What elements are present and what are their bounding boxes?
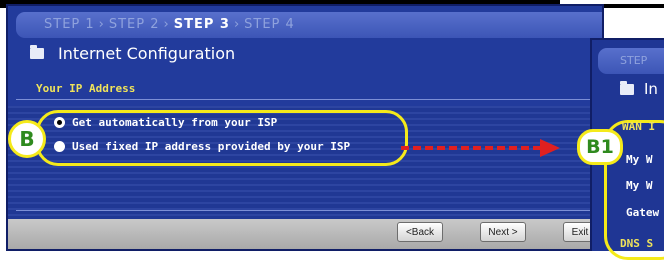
section-title-ip: Your IP Address (36, 82, 136, 95)
step-4: STEP 4 (244, 17, 295, 32)
arrow-head-icon (540, 139, 560, 157)
callout-b: B (8, 120, 46, 158)
option-fixed-ip[interactable]: Used fixed IP address provided by your I… (54, 140, 350, 153)
next-screen-step-indicator: STEP (598, 48, 664, 74)
step-1: STEP 1 (44, 17, 95, 32)
dashed-arrow-line (401, 146, 541, 150)
next-screen-section-wan: WAN I (622, 120, 656, 133)
next-screen-title-text: In (644, 80, 658, 98)
next-button[interactable]: Next > (480, 222, 526, 242)
folder-icon (620, 80, 634, 95)
step-separator: › (163, 17, 170, 32)
next-screen-label-my-wan: My W (626, 179, 653, 192)
option-fixed-ip-label: Used fixed IP address provided by your I… (72, 140, 351, 153)
next-screen-title: In (620, 80, 658, 98)
callout-b1: B1 (577, 129, 623, 165)
back-button[interactable]: <Back (397, 222, 443, 242)
step-separator: › (98, 17, 105, 32)
step-2: STEP 2 (108, 17, 160, 32)
divider (16, 210, 664, 211)
step-separator: › (233, 17, 241, 32)
divider (16, 99, 664, 100)
radio-auto-ip[interactable] (54, 117, 65, 128)
page-title: Internet Configuration (30, 44, 235, 63)
step-3-current: STEP 3 (173, 17, 230, 32)
next-screen-label-my-wan: My W (626, 153, 653, 166)
option-auto-ip[interactable]: Get automatically from your ISP (54, 116, 277, 129)
page-title-text: Internet Configuration (58, 44, 236, 63)
next-screen-section-dns: DNS S (620, 237, 654, 250)
folder-icon (30, 45, 44, 59)
step-indicator: STEP 1 › STEP 2 › STEP 3 › STEP 4 (16, 12, 602, 38)
next-screen-label-gateway: Gatew (626, 206, 660, 219)
radio-fixed-ip[interactable] (54, 141, 65, 152)
option-auto-ip-label: Get automatically from your ISP (72, 116, 278, 129)
